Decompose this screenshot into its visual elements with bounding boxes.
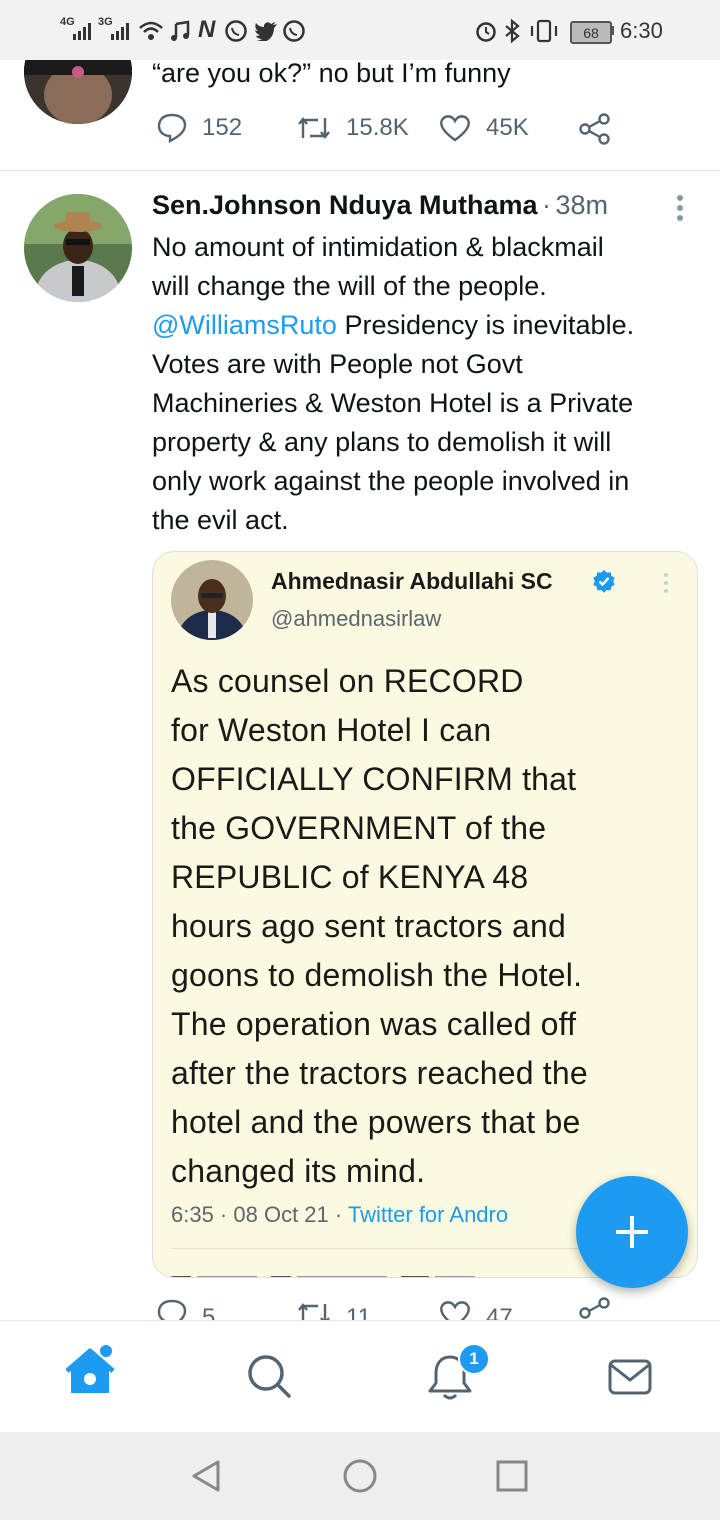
tweet-line: Votes are with People not Govt — [152, 349, 523, 379]
author-name[interactable]: Sen.Johnson Nduya Muthama — [152, 190, 538, 220]
timestamp[interactable]: 38m — [555, 190, 608, 220]
quoted-line: As counsel on RECORD — [171, 663, 524, 699]
tweet-body: No amount of intimidation & blackmail wi… — [152, 228, 708, 540]
quoted-author-name: Ahmednasir Abdullahi SC — [271, 568, 553, 594]
tweet-actions: 5 11 47 — [0, 1296, 720, 1320]
share-button[interactable] — [578, 1296, 626, 1320]
quoted-line: goons to demolish the Hotel. — [171, 957, 583, 993]
tweet-line: will change the will of the people. — [152, 271, 547, 301]
retweet-icon — [298, 1303, 330, 1320]
reply-button[interactable]: 5 — [156, 1296, 215, 1320]
music-icon — [171, 20, 190, 41]
clock: 6:30 — [620, 18, 663, 43]
vibrate-icon — [530, 19, 558, 43]
like-count: 45K — [486, 114, 529, 141]
like-count: 47 — [486, 1304, 513, 1320]
tweet-line: @WilliamsRuto Presidency is inevitable. — [152, 306, 708, 345]
quoted-timestamp: 6:35 · 08 Oct 21 · — [171, 1202, 348, 1227]
verified-badge-icon — [593, 570, 615, 593]
share-button[interactable] — [578, 112, 626, 146]
tweet-header: Sen.Johnson Nduya Muthama · 38m — [152, 190, 608, 221]
twitter-icon — [255, 22, 277, 41]
mail-icon — [608, 1359, 652, 1395]
status-bar-content: 4G 3G N 68 6:30 — [0, 0, 720, 60]
quoted-line: for Weston Hotel I can — [171, 712, 492, 748]
like-button[interactable]: 45K — [438, 112, 529, 144]
mention-link[interactable]: @WilliamsRuto — [152, 310, 337, 340]
reply-count: 5 — [202, 1304, 216, 1320]
search-icon — [248, 1355, 291, 1398]
messages-tab[interactable] — [606, 1353, 654, 1401]
battery-icon: 68 — [570, 21, 612, 44]
tweet-line: No amount of intimidation & blackmail — [152, 232, 604, 262]
reply-button[interactable]: 152 — [156, 112, 242, 144]
bluetooth-icon — [505, 18, 520, 44]
whatsapp-icon — [225, 20, 247, 42]
quoted-more-options-icon — [664, 573, 668, 593]
retweet-count: 11 — [346, 1304, 371, 1320]
system-nav-bar — [0, 1432, 720, 1520]
like-button[interactable]: 47 — [438, 1296, 513, 1320]
quoted-avatar — [171, 560, 253, 640]
home-new-dot — [100, 1345, 112, 1357]
separator: · — [542, 190, 551, 220]
quoted-stats-cut — [171, 1268, 591, 1277]
quoted-handle: @ahmednasirlaw — [271, 606, 442, 631]
quoted-line: hours ago sent tractors and — [171, 908, 566, 944]
share-icon — [579, 113, 610, 145]
heart-icon — [440, 1301, 470, 1320]
tweet-line: the evil act. — [152, 505, 289, 535]
wifi-icon — [139, 21, 163, 40]
reply-icon — [157, 113, 187, 143]
plus-icon — [616, 1216, 648, 1248]
whatsapp-icon — [283, 20, 305, 42]
quoted-text: As counsel on RECORD for Weston Hotel I … — [171, 657, 691, 1196]
quoted-line: hotel and the powers that be — [171, 1104, 581, 1140]
home-circle-icon[interactable] — [340, 1456, 380, 1496]
search-tab[interactable] — [244, 1351, 294, 1401]
retweet-button[interactable]: 15.8K — [296, 112, 409, 144]
share-icon — [579, 1297, 610, 1319]
tweet-line-text: Presidency is inevitable. — [336, 310, 635, 340]
avatar[interactable] — [24, 194, 132, 302]
signal-icon — [111, 23, 129, 40]
quoted-line: The operation was called off — [171, 1006, 577, 1042]
tweet-line: Machineries & Weston Hotel is a Private — [152, 388, 634, 418]
quoted-footer: 6:35 · 08 Oct 21 · Twitter for Andro — [171, 1202, 508, 1228]
tweet-line: only work against the people involved in — [152, 466, 630, 496]
signal-icon — [73, 23, 91, 40]
quoted-line: the GOVERNMENT of the — [171, 810, 547, 846]
retweet-count: 15.8K — [346, 114, 409, 141]
battery-tip — [611, 26, 614, 35]
netflix-icon: N — [198, 16, 216, 43]
bottom-nav: 1 — [0, 1320, 720, 1433]
compose-tweet-button[interactable] — [576, 1176, 688, 1288]
quoted-line: after the tractors reached the — [171, 1055, 588, 1091]
more-options-icon[interactable] — [670, 192, 690, 224]
notification-badge: 1 — [458, 1343, 490, 1375]
divider — [0, 170, 720, 171]
quoted-line: REPUBLIC of KENYA 48 — [171, 859, 529, 895]
quoted-line: OFFICIALLY CONFIRM that — [171, 761, 577, 797]
quoted-source: Twitter for Andro — [347, 1202, 509, 1227]
heart-icon — [440, 115, 470, 142]
retweet-button[interactable]: 11 — [296, 1296, 371, 1320]
home-tab[interactable] — [62, 1343, 118, 1399]
reply-icon — [157, 1299, 187, 1320]
recents-icon[interactable] — [494, 1458, 530, 1494]
retweet-icon — [298, 117, 330, 139]
back-icon[interactable] — [186, 1456, 226, 1496]
alarm-icon — [476, 22, 496, 42]
tweet-line: property & any plans to demolish it will — [152, 427, 612, 457]
reply-count: 152 — [202, 114, 243, 141]
quoted-tweet-card[interactable]: Ahmednasir Abdullahi SC @ahmednasirlaw A… — [152, 551, 698, 1278]
